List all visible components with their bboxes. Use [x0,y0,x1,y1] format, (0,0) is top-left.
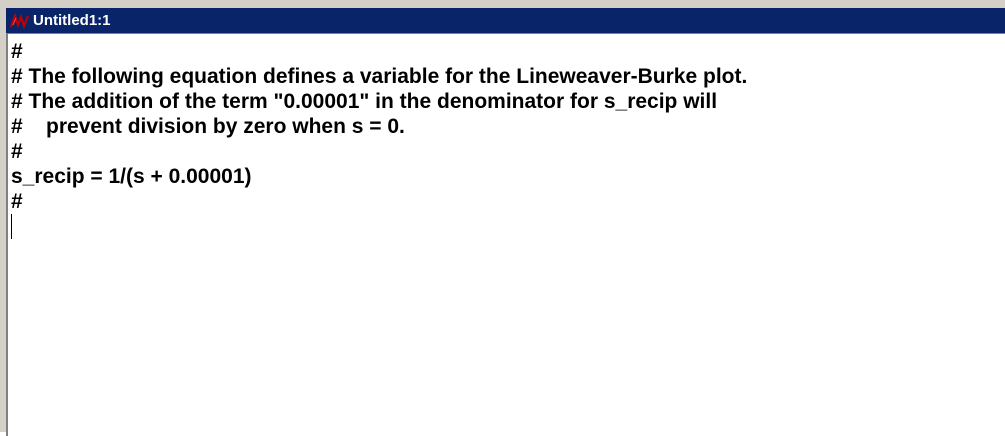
transform-text-editor[interactable]: # # The following equation defines a var… [6,33,1005,436]
title-bar[interactable]: Untitled1:1 [6,8,1005,33]
editor-line: s_recip = 1/(s + 0.00001) [11,165,252,188]
app-icon [9,12,30,29]
editor-line: # The addition of the term "0.00001" in … [11,90,718,113]
text-caret [11,214,12,239]
editor-line: # [11,40,23,63]
editor-line: # prevent division by zero when s = 0. [11,115,405,138]
editor-line: # [11,140,23,163]
window-title: Untitled1:1 [33,12,111,29]
document-window: Untitled1:1 # # The following equation d… [0,0,1005,436]
editor-cursor-line [11,214,1005,239]
editor-line: # The following equation defines a varia… [11,65,748,88]
editor-line: # [11,190,23,213]
